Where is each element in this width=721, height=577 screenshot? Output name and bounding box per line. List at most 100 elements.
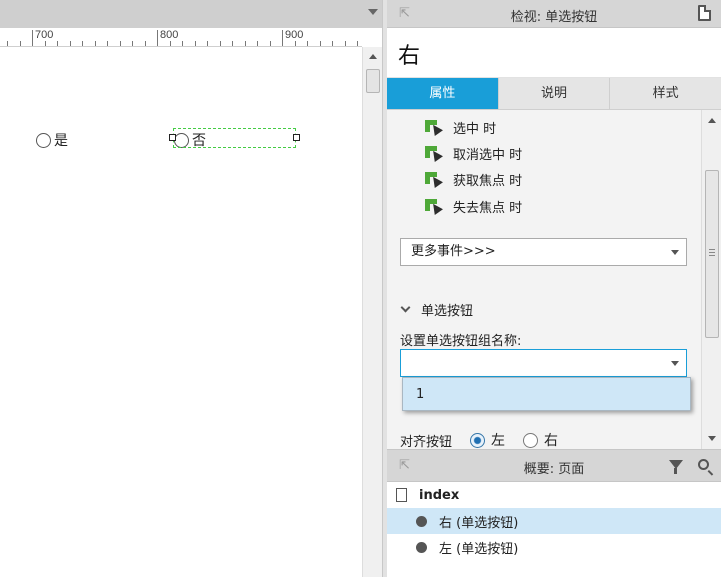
radio-checked-icon[interactable]: [470, 432, 486, 448]
tab-notes[interactable]: 说明: [499, 78, 611, 109]
ruler-tick: [357, 41, 358, 46]
tree-row-right-radio[interactable]: 右 (单选按钮): [387, 508, 721, 534]
tab-style[interactable]: 样式: [610, 78, 721, 109]
align-right-option[interactable]: 右: [523, 430, 558, 449]
outline-header: ⇱ 概要: 页面: [387, 450, 721, 482]
inspector-panel: ⇱ 检视: 单选按钮 右 属性 说明 样式 选中 时 取消选中 时 获取焦点 时: [387, 0, 721, 449]
search-icon[interactable]: [698, 459, 709, 470]
interaction-cursor-icon: [425, 145, 443, 162]
event-item-unchecked[interactable]: 取消选中 时: [425, 144, 522, 163]
resize-handle-right[interactable]: [293, 134, 300, 141]
widget-dot-icon: [416, 515, 427, 527]
ruler-tick: [332, 41, 333, 46]
ruler-tick: [269, 41, 271, 46]
ruler-tick: [69, 41, 71, 46]
app-root: 700 800 900 是 否 ⇱ 检视: 单选按钮 右 属性 说明 样式 选中…: [0, 0, 721, 577]
scroll-up-icon[interactable]: [369, 54, 377, 59]
ruler-tick: [94, 41, 96, 46]
ruler-tick: [319, 41, 321, 46]
radio-yes-widget[interactable]: 是: [36, 130, 68, 150]
group-name-label: 设置单选按钮组名称:: [400, 334, 522, 349]
tree-row-page[interactable]: index: [387, 482, 721, 508]
ruler-tick: [44, 41, 46, 46]
event-label: 选中 时: [453, 122, 497, 137]
radio-circle-icon: [36, 132, 51, 148]
resize-handle-left[interactable]: [169, 134, 176, 141]
ruler-tick: [107, 41, 108, 46]
ruler-tick: [157, 30, 158, 46]
ruler-tick: [119, 41, 121, 46]
widget-dot-icon: [416, 541, 427, 553]
canvas-scroll-thumb[interactable]: [366, 69, 380, 93]
ruler-tick: [182, 41, 183, 46]
ruler-tick: [294, 41, 296, 46]
interaction-cursor-icon: [425, 119, 443, 136]
event-label: 取消选中 时: [453, 148, 523, 163]
radio-yes-label: 是: [54, 133, 68, 149]
tree-row-left-radio[interactable]: 左 (单选按钮): [387, 534, 721, 560]
event-label: 获取焦点 时: [453, 174, 523, 189]
align-right-label: 右: [544, 433, 559, 449]
event-item-checked[interactable]: 选中 时: [425, 118, 496, 137]
ruler-tick: [194, 41, 196, 46]
ruler-tick: [244, 41, 246, 46]
properties-scrollbar[interactable]: [701, 110, 721, 449]
group-name-option[interactable]: 1: [416, 387, 424, 402]
tab-properties[interactable]: 属性: [387, 78, 499, 109]
align-label: 对齐按钮: [400, 434, 453, 450]
section-title: 单选按钮: [421, 304, 474, 319]
event-label: 失去焦点 时: [453, 201, 523, 216]
chevron-down-icon[interactable]: [368, 9, 378, 15]
align-left-label: 左: [491, 433, 506, 449]
ruler-tick: [219, 41, 221, 46]
scroll-down-icon[interactable]: [708, 436, 716, 441]
tree-item-label: 右 (单选按钮): [439, 515, 519, 531]
ruler-tick: [232, 41, 233, 46]
horizontal-ruler: 700 800 900: [0, 28, 362, 47]
scroll-up-icon[interactable]: [708, 118, 716, 123]
chevron-down-icon: [671, 250, 679, 255]
chevron-down-icon: [400, 302, 411, 313]
more-events-dropdown[interactable]: 更多事件>>>: [400, 238, 687, 266]
group-name-options: 1: [402, 377, 691, 411]
ruler-tick: [207, 41, 208, 46]
canvas-tab-bar: [0, 0, 386, 28]
selection-outline[interactable]: [173, 128, 296, 148]
properties-pane: 选中 时 取消选中 时 获取焦点 时 失去焦点 时 更多事件>>> 单选按钮 设…: [387, 110, 701, 449]
radio-unchecked-icon[interactable]: [523, 432, 539, 448]
ruler-tick: [132, 41, 133, 46]
ruler-tick: [19, 41, 21, 46]
event-item-blur[interactable]: 失去焦点 时: [425, 197, 522, 216]
widget-name-field[interactable]: 右: [387, 28, 721, 78]
inspector-header: ⇱ 检视: 单选按钮: [387, 0, 721, 28]
chevron-down-icon[interactable]: [671, 361, 679, 366]
page-name: index: [419, 487, 460, 503]
section-radio-button[interactable]: 单选按钮: [400, 300, 473, 319]
ruler-tick: [169, 41, 171, 46]
align-button-row: 对齐按钮 左 右: [400, 430, 558, 449]
ruler-tick: [144, 41, 146, 46]
interaction-cursor-icon: [425, 171, 443, 188]
ruler-label-800: 800: [160, 29, 179, 41]
group-name-combobox[interactable]: [400, 349, 687, 377]
canvas-vertical-scrollbar[interactable]: [362, 47, 382, 577]
ruler-tick: [57, 41, 58, 46]
tree-item-label: 左 (单选按钮): [439, 541, 519, 557]
event-item-focus[interactable]: 获取焦点 时: [425, 170, 522, 189]
design-canvas[interactable]: 700 800 900 是 否: [0, 0, 386, 577]
ruler-tick: [82, 41, 83, 46]
ruler-tick: [282, 30, 283, 46]
filter-icon[interactable]: [669, 460, 683, 474]
inspector-title: 检视: 单选按钮: [510, 10, 598, 25]
ruler-label-700: 700: [35, 29, 54, 41]
more-events-label: 更多事件>>>: [411, 244, 496, 259]
outline-panel: ⇱ 概要: 页面 index 右 (单选按钮) 左 (单选按钮): [387, 449, 721, 577]
page-icon: [396, 488, 407, 502]
ruler-tick: [7, 41, 8, 46]
interaction-cursor-icon: [425, 198, 443, 215]
document-icon[interactable]: [698, 5, 711, 21]
align-left-option[interactable]: 左: [470, 430, 505, 449]
ruler-label-900: 900: [285, 29, 304, 41]
ruler-tick: [344, 41, 346, 46]
properties-scroll-thumb[interactable]: [705, 170, 719, 338]
